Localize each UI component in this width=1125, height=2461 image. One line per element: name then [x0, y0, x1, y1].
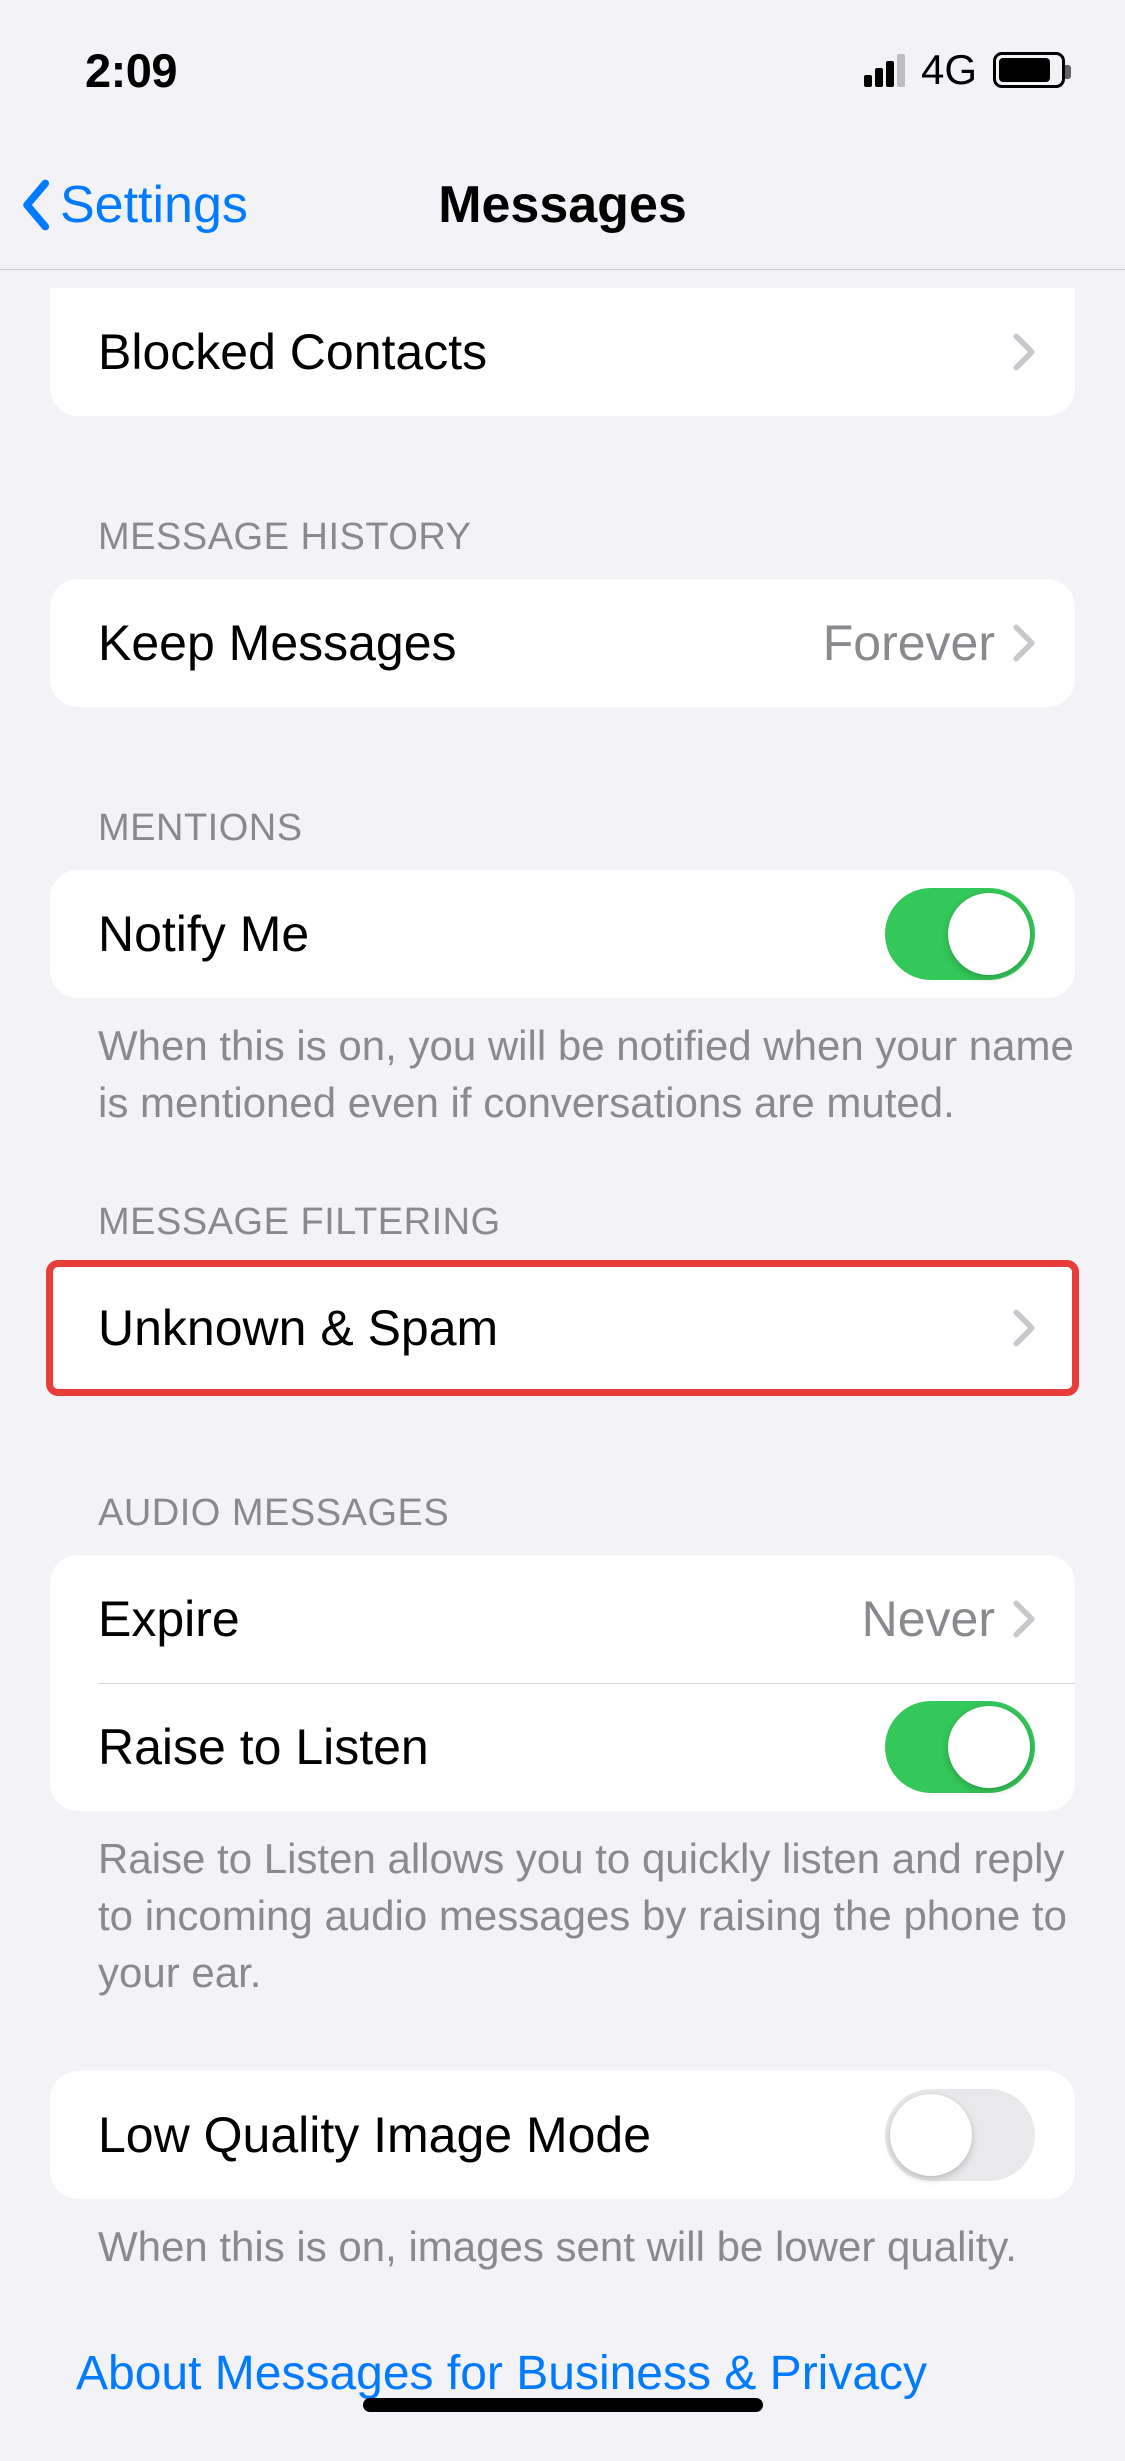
row-label: Unknown & Spam [98, 1299, 1013, 1357]
back-label: Settings [60, 175, 248, 235]
message-filtering-group: Unknown & Spam [50, 1264, 1075, 1392]
message-history-header: MESSAGE HISTORY [98, 516, 1075, 559]
home-indicator[interactable] [363, 2398, 763, 2412]
audio-messages-group: Expire Never Raise to Listen [50, 1555, 1075, 1811]
message-filtering-header: MESSAGE FILTERING [98, 1201, 1075, 1244]
row-label: Expire [98, 1590, 862, 1648]
chevron-right-icon [1013, 624, 1035, 662]
keep-messages-row[interactable]: Keep Messages Forever [50, 579, 1075, 707]
cellular-signal-icon [864, 53, 905, 87]
blocked-contacts-group: Blocked Contacts [50, 288, 1075, 416]
mentions-group: Notify Me [50, 870, 1075, 998]
raise-to-listen-row: Raise to Listen [50, 1683, 1075, 1811]
audio-messages-header: AUDIO MESSAGES [98, 1492, 1075, 1535]
notify-me-row: Notify Me [50, 870, 1075, 998]
back-button[interactable]: Settings [22, 175, 248, 235]
low-quality-image-switch[interactable] [885, 2089, 1035, 2181]
notify-me-switch[interactable] [885, 888, 1035, 980]
message-history-group: Keep Messages Forever [50, 579, 1075, 707]
page-title: Messages [438, 175, 687, 235]
audio-footer: Raise to Listen allows you to quickly li… [98, 1831, 1075, 2001]
blocked-contacts-row[interactable]: Blocked Contacts [50, 288, 1075, 416]
chevron-left-icon [22, 179, 52, 231]
status-indicators: 4G [864, 46, 1065, 94]
row-value: Forever [823, 614, 995, 672]
row-label: Blocked Contacts [98, 323, 1013, 381]
about-link[interactable]: About Messages for Business & Privacy [76, 2346, 927, 2401]
image-mode-footer: When this is on, images sent will be low… [98, 2219, 1075, 2276]
raise-to-listen-switch[interactable] [885, 1701, 1035, 1793]
mentions-footer: When this is on, you will be notified wh… [98, 1018, 1075, 1131]
settings-content: Blocked Contacts MESSAGE HISTORY Keep Me… [0, 270, 1125, 2461]
network-type: 4G [921, 46, 977, 94]
chevron-right-icon [1013, 1600, 1035, 1638]
image-mode-group: Low Quality Image Mode [50, 2071, 1075, 2199]
navigation-bar: Settings Messages [0, 140, 1125, 270]
chevron-right-icon [1013, 333, 1035, 371]
chevron-right-icon [1013, 1309, 1035, 1347]
battery-icon [993, 52, 1065, 88]
expire-row[interactable]: Expire Never [50, 1555, 1075, 1683]
status-bar: 2:09 4G [0, 0, 1125, 140]
row-value: Never [862, 1590, 995, 1648]
row-label: Low Quality Image Mode [98, 2106, 885, 2164]
row-label: Notify Me [98, 905, 885, 963]
low-quality-image-row: Low Quality Image Mode [50, 2071, 1075, 2199]
status-time: 2:09 [85, 43, 177, 98]
row-label: Raise to Listen [98, 1718, 885, 1776]
row-label: Keep Messages [98, 614, 823, 672]
unknown-spam-row[interactable]: Unknown & Spam [50, 1264, 1075, 1392]
mentions-header: MENTIONS [98, 807, 1075, 850]
